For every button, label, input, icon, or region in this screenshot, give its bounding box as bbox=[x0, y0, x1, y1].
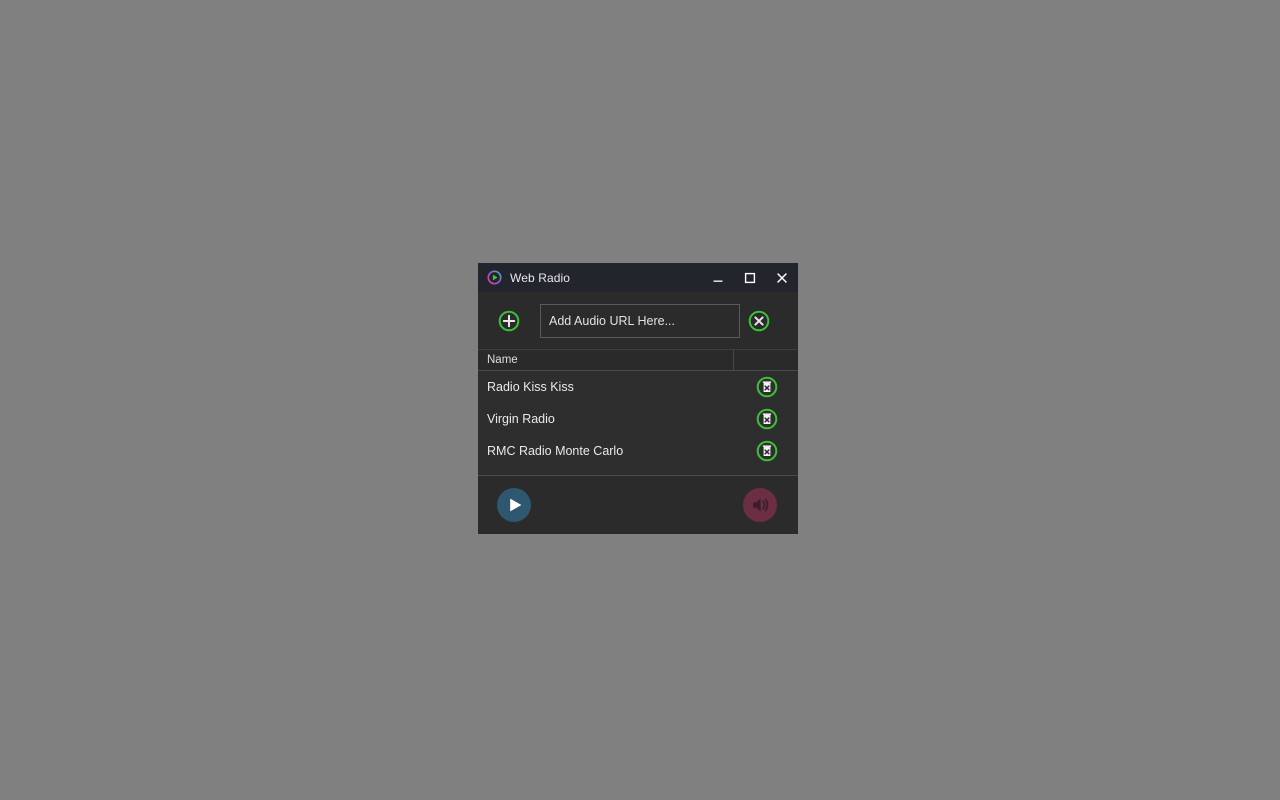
play-button[interactable] bbox=[496, 487, 532, 523]
table-row[interactable]: Virgin Radio bbox=[478, 403, 798, 435]
table-empty-space bbox=[478, 467, 798, 475]
maximize-button[interactable] bbox=[734, 263, 766, 292]
window-controls bbox=[702, 263, 798, 292]
station-name: Radio Kiss Kiss bbox=[487, 380, 574, 394]
delete-station-button[interactable] bbox=[735, 376, 798, 398]
close-circle-icon[interactable] bbox=[748, 310, 770, 332]
close-button[interactable] bbox=[766, 263, 798, 292]
table-row[interactable]: RMC Radio Monte Carlo bbox=[478, 435, 798, 467]
delete-station-button[interactable] bbox=[735, 408, 798, 430]
window-title: Web Radio bbox=[510, 270, 571, 285]
audio-url-input[interactable] bbox=[540, 303, 740, 338]
volume-button[interactable] bbox=[742, 487, 778, 523]
play-circle-icon bbox=[487, 270, 502, 285]
clear-url-button[interactable] bbox=[740, 310, 778, 332]
column-header-actions[interactable] bbox=[734, 350, 798, 370]
minimize-button[interactable] bbox=[702, 263, 734, 292]
trash-delete-icon[interactable] bbox=[756, 408, 778, 430]
title-bar: Web Radio bbox=[478, 263, 798, 292]
trash-delete-icon[interactable] bbox=[756, 440, 778, 462]
web-radio-window: Web Radio Add Audio URL Here... Name Rad… bbox=[478, 263, 798, 534]
plus-circle-icon[interactable] bbox=[498, 310, 520, 332]
url-toolbar bbox=[478, 292, 798, 349]
column-header-name[interactable]: Name bbox=[478, 350, 734, 370]
station-name: RMC Radio Monte Carlo bbox=[487, 444, 624, 458]
station-table: Name Radio Kiss Kiss Virgin Radio RMC Ra… bbox=[478, 349, 798, 475]
player-bar bbox=[478, 475, 798, 534]
add-url-button[interactable] bbox=[478, 310, 540, 332]
trash-delete-icon[interactable] bbox=[756, 376, 778, 398]
table-row[interactable]: Radio Kiss Kiss bbox=[478, 371, 798, 403]
table-header-row: Name bbox=[478, 349, 798, 371]
station-rows: Radio Kiss Kiss Virgin Radio RMC Radio M… bbox=[478, 371, 798, 467]
station-name: Virgin Radio bbox=[487, 412, 555, 426]
delete-station-button[interactable] bbox=[735, 440, 798, 462]
